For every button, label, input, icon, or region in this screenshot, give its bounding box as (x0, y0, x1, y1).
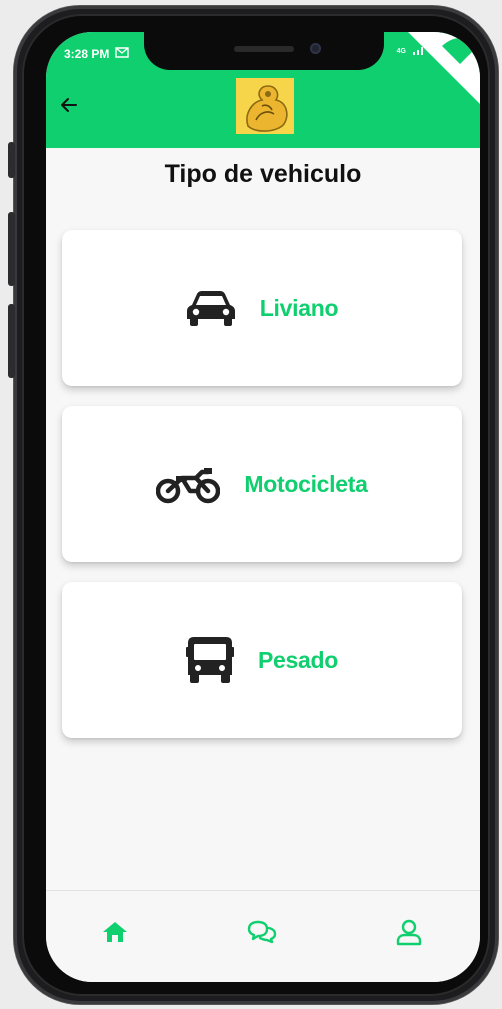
volume-up-button (8, 212, 15, 286)
bottom-navigation (46, 890, 480, 967)
phone-notch (144, 32, 384, 70)
nav-profile-button[interactable] (392, 915, 426, 949)
user-icon (396, 919, 422, 946)
vehicle-option-motocicleta[interactable]: Motocicleta (62, 406, 462, 562)
app-screen: 3:28 PM 4G 79 (46, 32, 480, 982)
volume-down-button (8, 304, 15, 378)
motorcycle-icon (156, 464, 221, 504)
arrow-left-icon (61, 98, 77, 112)
front-camera (310, 43, 321, 54)
home-indicator-area (46, 966, 480, 982)
speaker-grille (234, 46, 294, 52)
home-icon (103, 922, 127, 942)
car-icon (186, 289, 236, 327)
page-title: Tipo de vehiculo (164, 160, 362, 188)
mute-switch (8, 142, 15, 178)
vehicle-label-motocicleta: Motocicleta (244, 470, 368, 497)
app-logo (234, 76, 296, 136)
bus-icon (185, 635, 234, 685)
nav-home-button[interactable] (98, 915, 132, 949)
back-button[interactable] (58, 94, 80, 116)
vehicle-label-pesado: Pesado (257, 646, 338, 673)
vehicle-option-pesado[interactable]: Pesado (62, 582, 462, 738)
app-header: 3:28 PM 4G 79 (46, 32, 480, 148)
wifi-corner-badge (404, 32, 480, 113)
vehicle-label-liviano: Liviano (259, 294, 339, 321)
chat-icon (247, 920, 277, 944)
gmail-icon (115, 47, 130, 61)
nav-chat-button[interactable] (245, 915, 279, 949)
vehicle-option-liviano[interactable]: Liviano (62, 230, 462, 386)
status-time: 3:28 PM (64, 47, 110, 61)
